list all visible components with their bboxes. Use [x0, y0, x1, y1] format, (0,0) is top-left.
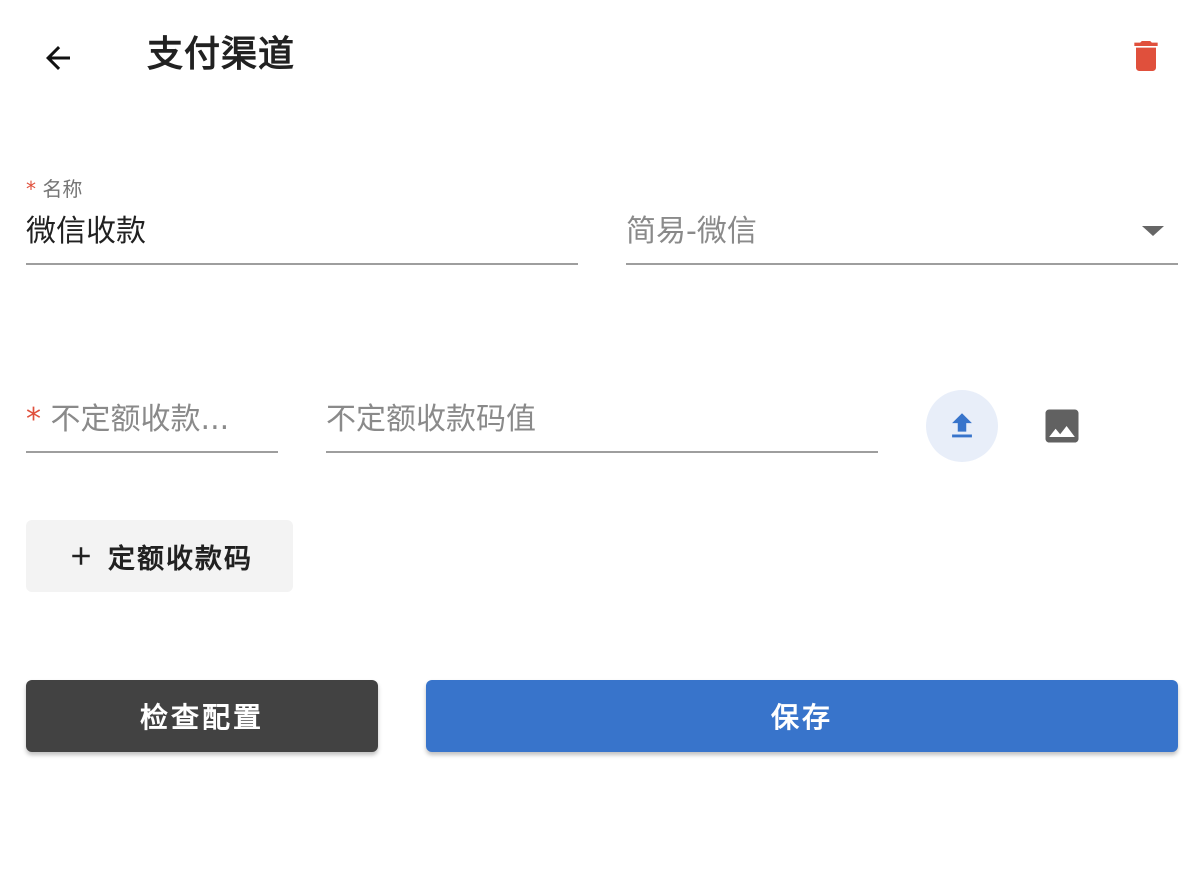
save-label: 保存 — [770, 701, 833, 734]
image-icon — [1045, 409, 1079, 443]
name-field-label: 名称 — [42, 177, 83, 201]
trash-icon — [1134, 41, 1158, 71]
code-name-row: * 不定额收款... — [26, 400, 229, 440]
upload-icon — [952, 413, 972, 438]
code-value-field[interactable]: 不定额收款码值 — [326, 396, 878, 454]
channel-type-select[interactable]: 简易-微信 — [626, 176, 1178, 266]
upload-button[interactable] — [926, 390, 998, 462]
arrow-left-icon — [46, 46, 70, 70]
code-name-underline — [26, 451, 278, 453]
caret-down-icon — [1142, 226, 1164, 236]
delete-button[interactable] — [1118, 28, 1174, 84]
name-field-value[interactable]: 微信收款 — [26, 212, 146, 252]
code-value-placeholder: 不定额收款码值 — [326, 402, 536, 437]
code-value-underline — [326, 451, 878, 453]
page-title: 支付渠道 — [147, 34, 296, 75]
add-fixed-code-label: 定额收款码 — [108, 543, 253, 575]
required-mark: * — [26, 402, 41, 437]
channel-type-selected: 简易-微信 — [626, 214, 757, 249]
channel-type-underline — [626, 263, 1178, 265]
add-fixed-code-button[interactable]: 定额收款码 — [26, 520, 293, 592]
plus-icon — [72, 547, 90, 565]
name-field-underline — [26, 263, 578, 265]
code-name-field[interactable]: * 不定额收款... — [26, 396, 278, 454]
save-button[interactable]: 保存 — [426, 680, 1178, 752]
check-config-button[interactable]: 检查配置 — [26, 680, 378, 752]
check-config-label: 检查配置 — [139, 701, 264, 734]
back-button[interactable] — [30, 30, 86, 86]
name-field[interactable]: * 名称 微信收款 — [26, 176, 578, 266]
image-preview-button[interactable] — [1034, 398, 1090, 454]
code-name-placeholder: 不定额收款... — [50, 402, 230, 437]
required-mark: * — [26, 177, 36, 201]
name-field-label-row: * 名称 — [26, 176, 82, 202]
